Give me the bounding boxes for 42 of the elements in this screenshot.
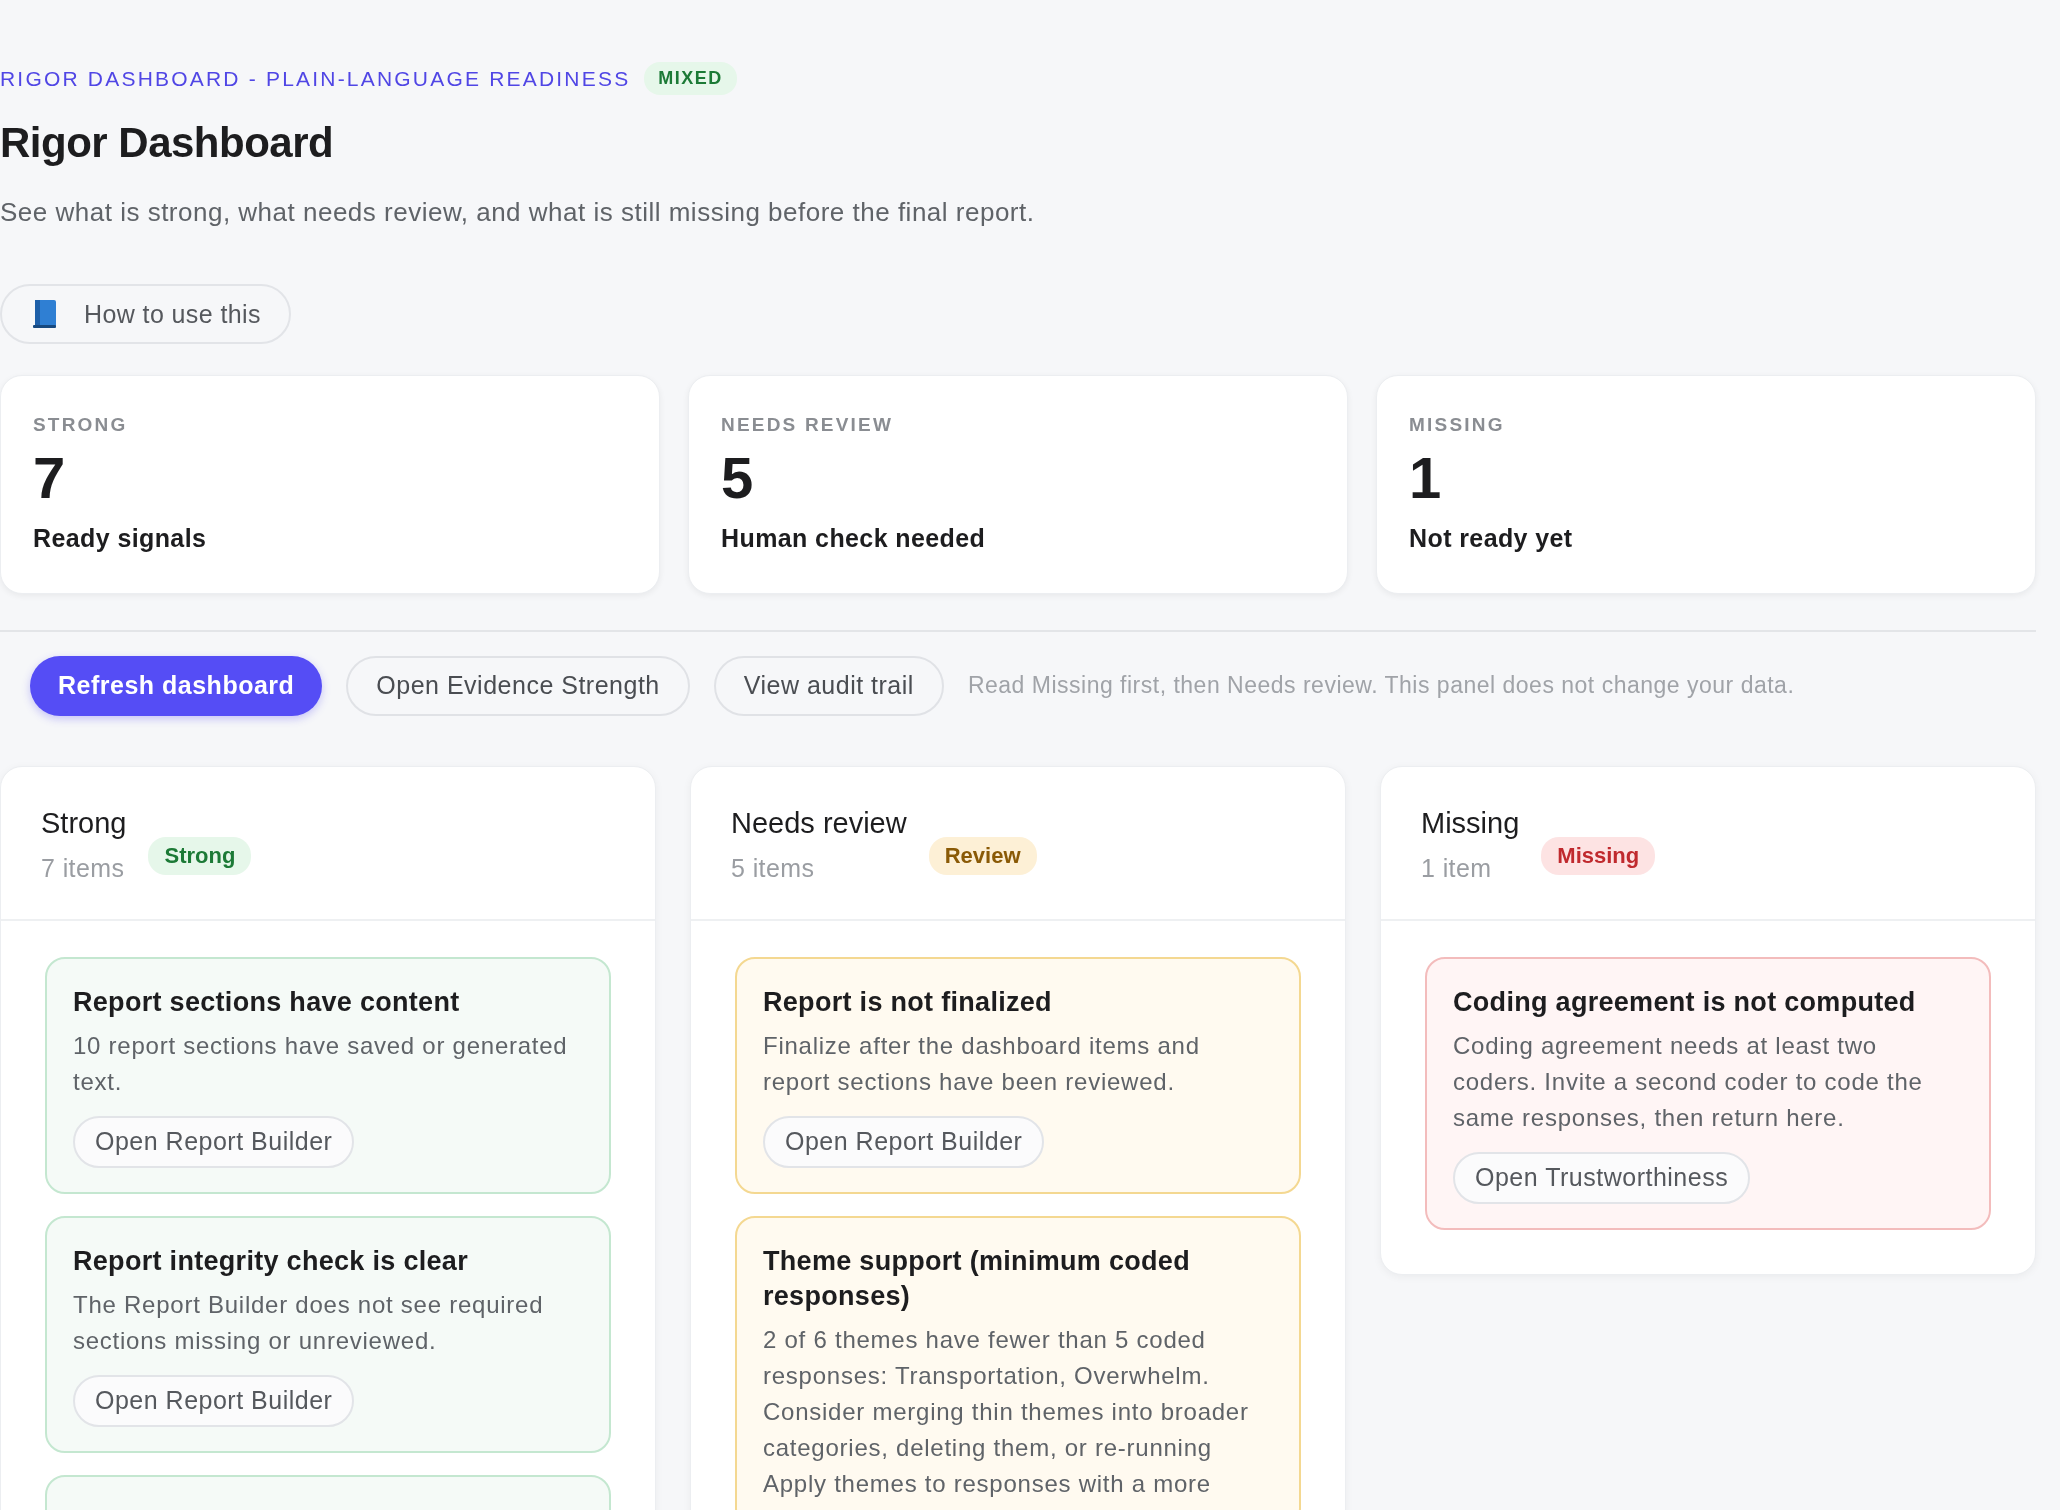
item-title: Report sections have content bbox=[73, 985, 461, 1019]
stat-caption: Human check needed bbox=[721, 523, 987, 553]
item-title: Coding agreement is not computed bbox=[1453, 985, 1917, 1019]
stat-caption: Not ready yet bbox=[1409, 523, 1574, 553]
stat-caption: Ready signals bbox=[33, 523, 208, 553]
stat-value: 1 bbox=[1409, 446, 1443, 510]
book-icon bbox=[32, 299, 58, 329]
item-title: Report is not finalized bbox=[763, 985, 1053, 1019]
column-title: Missing bbox=[1421, 806, 1520, 840]
column-badge: Strong bbox=[148, 836, 252, 875]
page-subtitle: See what is strong, what needs review, and what is still missing before the final report. bbox=[0, 197, 1036, 228]
action-button[interactable]: Open Evidence Strength bbox=[346, 655, 690, 716]
help-button[interactable]: How to use this bbox=[0, 284, 291, 344]
stat-label: STRONG bbox=[33, 414, 129, 436]
item-description: Finalize after the dashboard items and report sections have been reviewed. bbox=[763, 1030, 1201, 1097]
item-title: Theme support (minimum coded responses) bbox=[763, 1244, 1191, 1313]
item-description: Coding agreement needs at least two coders. Invite a second coder to code the same responses, then return here. bbox=[1453, 1030, 1924, 1133]
page-title: Rigor Dashboard bbox=[0, 119, 335, 167]
column-badge: Review bbox=[928, 836, 1037, 875]
item-description: 10 report sections have saved or generated text. bbox=[73, 1030, 569, 1097]
column-badge: Missing bbox=[1541, 836, 1656, 875]
column-title: Needs review bbox=[731, 806, 907, 840]
stat-label: MISSING bbox=[1409, 414, 1506, 436]
column-title: Strong bbox=[41, 806, 127, 840]
status-badge: MIXED bbox=[644, 62, 737, 95]
refresh-button[interactable]: Refresh dashboard bbox=[30, 655, 323, 716]
stat-value: 7 bbox=[33, 446, 67, 510]
open-button[interactable]: Open Trustworthiness bbox=[1453, 1151, 1751, 1204]
column-count: 1 item bbox=[1421, 853, 1493, 883]
open-button[interactable]: Open Report Builder bbox=[763, 1115, 1045, 1168]
action-button[interactable]: View audit trail bbox=[713, 655, 944, 716]
item-description: 2 of 6 themes have fewer than 5 coded responses: Transportation, Overwhelm. Consider merging thin themes into broader categories, deleting them, or re-running Apply themes to responses with a more bbox=[763, 1325, 1250, 1500]
eyebrow-label: RIGOR DASHBOARD - PLAIN-LANGUAGE READINESS bbox=[0, 66, 631, 91]
stat-label: NEEDS REVIEW bbox=[721, 414, 895, 436]
open-button[interactable]: Open Report Builder bbox=[73, 1115, 355, 1168]
column-count: 7 items bbox=[41, 853, 126, 883]
hint-text: Read Missing first, then Needs review. This panel does not change your data. bbox=[967, 672, 1795, 700]
item-description: The Report Builder does not see required sections missing or unreviewed. bbox=[73, 1290, 545, 1356]
stat-value: 5 bbox=[721, 446, 755, 510]
column-count: 5 items bbox=[731, 853, 816, 883]
open-button[interactable]: Open Report Builder bbox=[73, 1375, 355, 1427]
item-title: Report integrity check is clear bbox=[73, 1244, 469, 1278]
